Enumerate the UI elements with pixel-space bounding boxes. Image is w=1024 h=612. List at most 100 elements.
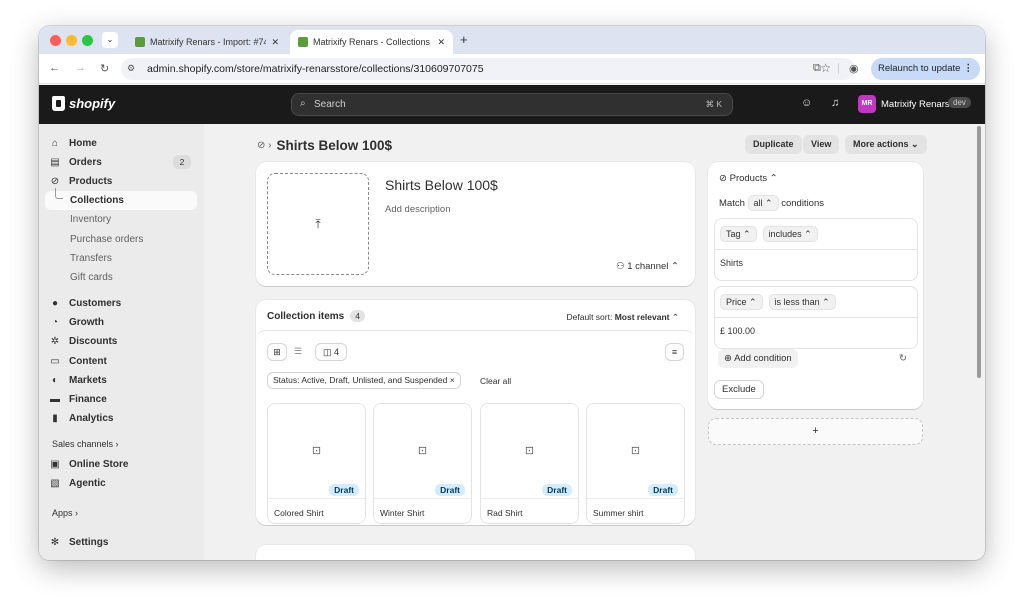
sidebar-item-finance[interactable]: ▬ Finance xyxy=(45,390,197,409)
condition-rule: Price ⌃ is less than ⌃ £ 100.00 xyxy=(714,286,918,349)
maximize-window-button[interactable] xyxy=(82,35,93,46)
extensions-icon[interactable]: ⧉ xyxy=(813,62,821,75)
add-description-link[interactable]: Add description xyxy=(385,204,450,215)
main-content: ⊘ › Shirts Below 100$ Duplicate View Mor… xyxy=(204,124,985,560)
add-rule-button[interactable]: + xyxy=(708,418,923,445)
view-button[interactable]: View xyxy=(803,135,840,154)
grid-view-icon[interactable]: ⊞ xyxy=(267,343,287,361)
product-card[interactable]: ⊡ Draft Colored Shirt xyxy=(267,403,366,524)
new-tab-icon[interactable]: + xyxy=(460,32,468,47)
site-settings-icon[interactable]: ⚙ xyxy=(127,63,135,74)
matrixify-favicon-icon xyxy=(135,37,145,47)
avatar[interactable]: MR xyxy=(858,95,876,113)
reload-icon[interactable]: ↻ xyxy=(100,62,109,75)
sidebar-item-label: Gift cards xyxy=(70,272,113,283)
condition-operator-select[interactable]: is less than ⌃ xyxy=(768,294,836,310)
collections-breadcrumb-icon[interactable]: ⊘ › xyxy=(257,140,272,151)
sidebar-item-collections[interactable]: Collections xyxy=(45,188,197,210)
more-actions-button[interactable]: More actions ⌄ xyxy=(845,135,927,154)
shopify-logo[interactable]: shopify xyxy=(52,96,115,111)
bar-chart-icon: ▮ xyxy=(52,413,58,424)
product-card[interactable]: ⊡ Draft Rad Shirt xyxy=(480,403,579,524)
match-suffix: conditions xyxy=(781,198,824,209)
next-card xyxy=(256,545,695,560)
sidebar-item-growth[interactable]: ◔ Growth xyxy=(45,313,197,332)
forward-arrow-icon[interactable]: → xyxy=(75,62,86,74)
draft-status-badge: Draft xyxy=(435,484,465,496)
filter-icon[interactable]: ≡ xyxy=(665,343,684,361)
sidebar-item-purchase-orders[interactable]: Purchase orders xyxy=(45,230,197,249)
sidebar-item-customers[interactable]: ● Customers xyxy=(45,294,197,313)
toolbar-divider: | xyxy=(837,62,840,74)
chevron-updown-icon: ⌃ xyxy=(668,261,679,272)
sidebar: ⌂ Home ▤ Orders 2 ⊘ Products Collections… xyxy=(39,124,204,560)
store-icon: ▣ xyxy=(50,459,60,470)
url-bar[interactable]: ⚙ admin.shopify.com/store/matrixify-rena… xyxy=(121,58,855,80)
condition-value-input[interactable]: £ 100.00 xyxy=(715,318,917,348)
sidebar-item-label: Transfers xyxy=(70,253,112,264)
sidebar-item-discounts[interactable]: ✲ Discounts xyxy=(45,332,197,351)
product-card[interactable]: ⊡ Draft Summer shirt xyxy=(586,403,685,524)
search-input[interactable]: ⌕ Search ⌘ K xyxy=(291,93,733,116)
list-view-icon[interactable]: ☰ xyxy=(289,343,307,361)
browser-window: ⌄ Matrixify Renars - Import: #74 ✕ Matri… xyxy=(39,26,985,560)
apps-heading[interactable]: Apps › xyxy=(52,508,78,518)
profile-icon[interactable]: ◉ xyxy=(849,62,859,75)
condition-field-select[interactable]: Tag ⌃ xyxy=(720,226,757,242)
condition-value-input[interactable]: Shirts xyxy=(715,250,917,280)
exclude-label: Exclude xyxy=(722,384,756,395)
store-name[interactable]: Matrixify Renars xyxy=(881,99,950,110)
match-prefix: Match xyxy=(719,198,745,209)
condition-field-select[interactable]: Price ⌃ xyxy=(720,294,763,310)
close-tab-icon[interactable]: ✕ xyxy=(437,37,445,48)
image-upload-dropzone[interactable]: ⤒ xyxy=(267,173,369,275)
sidebar-item-markets[interactable]: ◐ Markets xyxy=(45,371,197,390)
duplicate-button[interactable]: Duplicate xyxy=(745,135,802,154)
sidebar-item-settings[interactable]: ✻ Settings xyxy=(45,533,197,552)
add-condition-label: Add condition xyxy=(734,353,792,364)
back-arrow-icon[interactable]: ← xyxy=(49,62,60,74)
agentic-icon: ▧ xyxy=(50,478,60,489)
close-tab-icon[interactable]: ✕ xyxy=(271,37,279,48)
add-condition-button[interactable]: ⊕ Add condition xyxy=(718,349,798,368)
sidebar-item-gift-cards[interactable]: Gift cards xyxy=(45,268,197,287)
home-icon: ⌂ xyxy=(51,138,59,149)
collection-details-card: ⤒ Shirts Below 100$ Add description ⚇ 1 … xyxy=(256,162,695,286)
close-window-button[interactable] xyxy=(50,35,61,46)
page-scrollbar[interactable] xyxy=(977,126,981,378)
browser-tab-import[interactable]: Matrixify Renars - Import: #74 ✕ xyxy=(127,30,287,54)
minimize-window-button[interactable] xyxy=(66,35,77,46)
match-mode-select[interactable]: all ⌃ xyxy=(747,195,779,211)
browser-tab-collections[interactable]: Matrixify Renars - Collections ✕ xyxy=(290,30,453,54)
product-name: Colored Shirt xyxy=(274,508,324,518)
sidebar-item-online-store[interactable]: ▣ Online Store xyxy=(45,455,197,474)
condition-operator-select[interactable]: includes ⌃ xyxy=(762,226,818,242)
product-card[interactable]: ⊡ Draft Winter Shirt xyxy=(373,403,472,524)
sidebar-item-orders[interactable]: ▤ Orders 2 xyxy=(45,153,197,172)
sales-channels-heading[interactable]: Sales channels › xyxy=(52,439,119,449)
search-shortcut: ⌘ K xyxy=(705,99,722,109)
bookmark-star-icon[interactable]: ☆ xyxy=(820,61,831,75)
sort-selector[interactable]: Default sort: Most relevant ⌃ xyxy=(567,312,680,323)
relaunch-button[interactable]: Relaunch to update ⋮ xyxy=(871,58,980,80)
sidebar-item-inventory[interactable]: Inventory xyxy=(45,210,197,229)
collection-items-card: Collection items 4 Default sort: Most re… xyxy=(256,300,695,525)
sidebar-item-analytics[interactable]: ▮ Analytics xyxy=(45,409,197,428)
collection-title[interactable]: Shirts Below 100$ xyxy=(385,177,498,193)
sidekick-icon[interactable]: ☺ xyxy=(801,97,812,109)
channels-selector[interactable]: ⚇ 1 channel ⌃ xyxy=(616,261,679,272)
exclude-button[interactable]: Exclude xyxy=(714,380,764,399)
bell-icon[interactable]: ♫ xyxy=(831,97,839,109)
sidebar-item-products[interactable]: ⊘ Products xyxy=(45,172,197,191)
sidebar-item-transfers[interactable]: Transfers xyxy=(45,249,197,268)
tab-search-icon[interactable]: ⌄ xyxy=(102,32,118,48)
sidebar-item-content[interactable]: ▭ Content xyxy=(45,352,197,371)
sidebar-item-agentic[interactable]: ▧ Agentic xyxy=(45,474,197,493)
refresh-icon[interactable]: ↻ xyxy=(899,353,907,364)
status-filter-chip[interactable]: Status: Active, Draft, Unlisted, and Sus… xyxy=(267,372,461,389)
conditions-type-selector[interactable]: ⊘ Products ⌃ xyxy=(719,173,778,184)
sidebar-item-home[interactable]: ⌂ Home xyxy=(45,134,197,153)
url-text[interactable]: admin.shopify.com/store/matrixify-renars… xyxy=(147,63,484,75)
clear-all-link[interactable]: Clear all xyxy=(480,376,511,386)
columns-selector[interactable]: ◫ 4 xyxy=(315,343,347,361)
